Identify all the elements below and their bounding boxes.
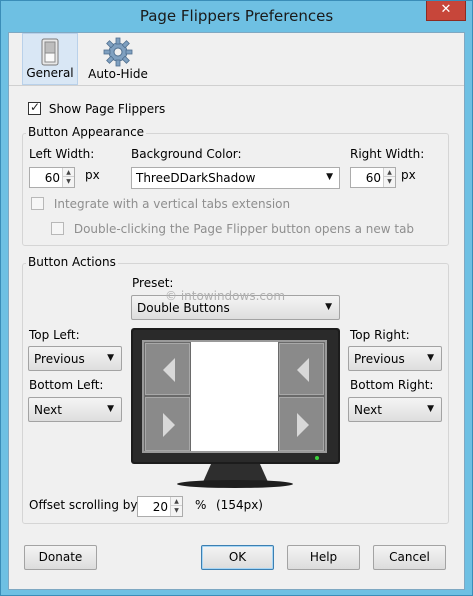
integrate-checkbox[interactable] (31, 197, 44, 210)
cancel-button[interactable]: Cancel (373, 545, 446, 570)
double-click-row[interactable]: Double-clicking the Page Flipper button … (51, 222, 414, 236)
switch-icon (41, 38, 59, 69)
top-left-value: Previous (34, 352, 85, 366)
integrate-label: Integrate with a vertical tabs extension (53, 197, 291, 211)
monitor-preview (131, 328, 340, 488)
preset-label: Preset: (132, 276, 174, 290)
offset-unit: % (195, 498, 207, 512)
show-flippers-checkbox[interactable]: ✓ (28, 100, 41, 115)
show-flippers-row[interactable]: ✓ Show Page Flippers (28, 100, 166, 116)
offset-pixels: (154px) (216, 498, 263, 512)
left-width-arrows[interactable]: ▲ ▼ (62, 168, 74, 187)
bottom-right-value: Next (354, 403, 382, 417)
offset-value: 20 (152, 500, 168, 514)
left-width-value: 60 (44, 171, 60, 185)
tab-auto-hide[interactable]: Auto-Hide (85, 33, 151, 85)
tab-auto-hide-label: Auto-Hide (88, 67, 148, 81)
spin-down-icon[interactable]: ▼ (171, 506, 182, 515)
spin-up-icon[interactable]: ▲ (384, 168, 395, 177)
right-width-unit: px (401, 168, 416, 182)
spin-down-icon[interactable]: ▼ (63, 177, 74, 186)
tab-general-label: General (26, 66, 74, 80)
double-click-checkbox[interactable] (51, 222, 64, 235)
close-button[interactable]: ✕ (426, 1, 466, 21)
spin-up-icon[interactable]: ▲ (171, 497, 182, 506)
ok-button[interactable]: OK (201, 545, 274, 570)
right-width-label: Right Width: (350, 147, 425, 161)
flipper-top-left (145, 343, 190, 395)
preset-value: Double Buttons (137, 301, 230, 315)
chevron-down-icon: ▼ (107, 353, 114, 363)
flipper-top-right (279, 343, 324, 395)
chevron-down-icon: ▼ (325, 302, 332, 312)
triangle-right-icon (297, 413, 309, 437)
triangle-left-icon (297, 358, 309, 382)
bottom-right-label: Bottom Right: (350, 378, 434, 392)
triangle-right-icon (163, 413, 175, 437)
integrate-row[interactable]: Integrate with a vertical tabs extension (31, 197, 290, 211)
flipper-bottom-right (279, 397, 324, 451)
chevron-down-icon: ▼ (107, 404, 114, 414)
show-flippers-label: Show Page Flippers (48, 102, 166, 116)
left-width-unit: px (85, 168, 100, 182)
right-width-value: 60 (365, 171, 381, 185)
double-click-label: Double-clicking the Page Flipper button … (73, 222, 415, 236)
top-left-dropdown[interactable]: Previous ▼ (28, 346, 122, 371)
dialog-client: General Auto-Hide ✓ Show Page Flippers B… (8, 32, 465, 590)
background-color-value: ThreeDDarkShadow (136, 171, 256, 185)
chevron-down-icon: ▼ (326, 172, 333, 182)
left-width-label: Left Width: (29, 147, 95, 161)
checkmark-icon: ✓ (30, 100, 41, 114)
chevron-down-icon: ▼ (427, 353, 434, 363)
bottom-left-label: Bottom Left: (29, 378, 104, 392)
background-color-select[interactable]: ThreeDDarkShadow ▼ (131, 167, 340, 189)
button-actions-title: Button Actions (26, 255, 118, 269)
bottom-left-value: Next (34, 403, 62, 417)
title-bar[interactable]: Page Flippers Preferences ✕ (1, 1, 472, 32)
top-right-value: Previous (354, 352, 405, 366)
watermark-text: © intowindows.com (165, 289, 286, 303)
offset-arrows[interactable]: ▲ ▼ (170, 497, 182, 516)
bottom-right-dropdown[interactable]: Next ▼ (348, 397, 442, 422)
triangle-left-icon (163, 358, 175, 382)
close-icon: ✕ (440, 2, 452, 17)
bottom-left-dropdown[interactable]: Next ▼ (28, 397, 122, 422)
spin-up-icon[interactable]: ▲ (63, 168, 74, 177)
preferences-window: Page Flippers Preferences ✕ General Auto… (0, 0, 473, 596)
flipper-bottom-left (145, 397, 190, 451)
offset-label: Offset scrolling by: (29, 498, 141, 512)
donate-button[interactable]: Donate (24, 545, 97, 570)
gear-icon (103, 37, 133, 70)
preferences-toolbar: General Auto-Hide (9, 33, 464, 85)
left-width-stepper[interactable]: 60 ▲ ▼ (29, 167, 75, 188)
background-color-label: Background Color: (131, 147, 242, 161)
right-width-arrows[interactable]: ▲ ▼ (383, 168, 395, 187)
tab-general[interactable]: General (22, 33, 78, 85)
window-title: Page Flippers Preferences (139, 7, 334, 25)
top-left-label: Top Left: (29, 328, 80, 342)
top-right-label: Top Right: (350, 328, 410, 342)
top-right-dropdown[interactable]: Previous ▼ (348, 346, 442, 371)
right-width-stepper[interactable]: 60 ▲ ▼ (350, 167, 396, 188)
spin-down-icon[interactable]: ▼ (384, 177, 395, 186)
chevron-down-icon: ▼ (427, 404, 434, 414)
button-appearance-title: Button Appearance (26, 125, 147, 139)
help-button[interactable]: Help (287, 545, 360, 570)
toolbar-divider (9, 85, 464, 86)
offset-stepper[interactable]: 20 ▲ ▼ (137, 496, 183, 517)
